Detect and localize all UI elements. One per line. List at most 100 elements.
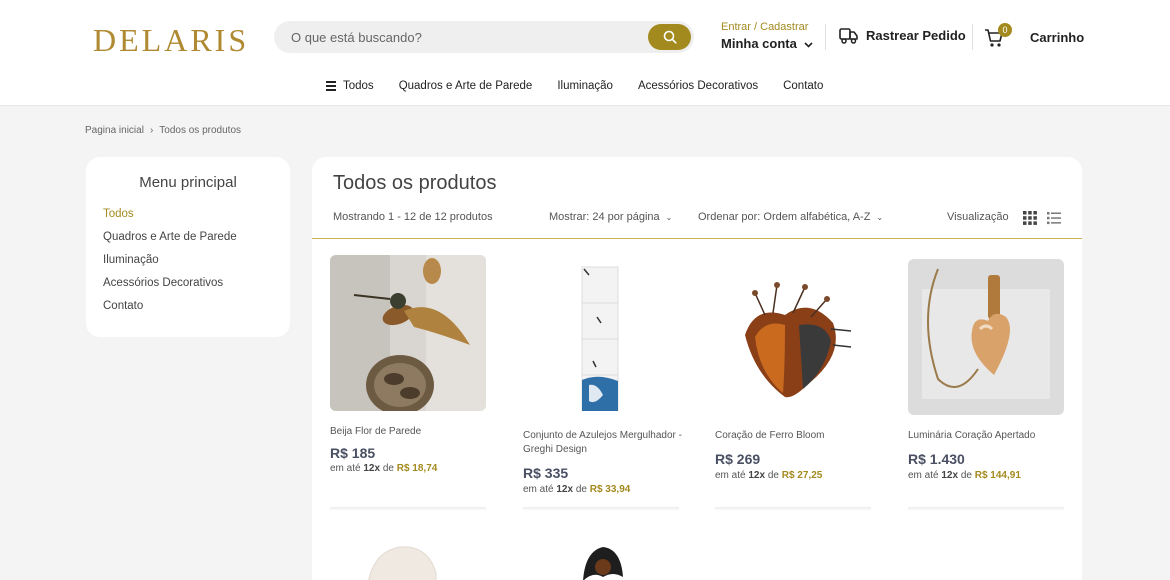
inst-mid: de	[382, 463, 394, 474]
inst-value: R$ 33,94	[589, 484, 631, 495]
sidebar-item-quadros[interactable]: Quadros e Arte de Parede	[103, 230, 237, 253]
product-name[interactable]: Luminária Coração Apertado	[908, 429, 1068, 443]
track-order-button[interactable]: Rastrear Pedido	[839, 27, 966, 44]
sidebar-item-todos[interactable]: Todos	[103, 207, 237, 230]
login-register-link[interactable]: Entrar / Cadastrar	[721, 21, 813, 33]
inst-prefix: em até	[523, 484, 554, 495]
truck-icon	[839, 28, 858, 44]
menu-icon	[326, 79, 336, 93]
product-image-graphic	[368, 546, 437, 580]
nav-item-label: Todos	[343, 80, 374, 92]
breadcrumb-home-link[interactable]: Pagina inicial	[85, 125, 144, 136]
product-image-graphic	[330, 255, 486, 411]
page-title: Todos os produtos	[333, 172, 497, 194]
main-nav: Todos Quadros e Arte de Parede Iluminaçã…	[326, 79, 848, 93]
search-input[interactable]	[291, 28, 631, 46]
product-installments: em até 12x de R$ 144,91	[908, 470, 1021, 481]
product-image-graphic	[715, 255, 871, 411]
search-button[interactable]	[648, 24, 691, 50]
inst-times: 12x	[748, 470, 766, 481]
sidebar-item-iluminacao[interactable]: Iluminação	[103, 253, 237, 276]
product-installments: em até 12x de R$ 33,94	[523, 484, 630, 495]
product-name[interactable]: Beija Flor de Parede	[330, 425, 490, 439]
product-card[interactable]: Luminária Coração Apertado R$ 1.430 em a…	[908, 255, 1086, 511]
nav-item-quadros[interactable]: Quadros e Arte de Parede	[399, 79, 533, 93]
inst-times: 12x	[363, 463, 381, 474]
cart-button[interactable]: 0 Carrinho	[984, 23, 1085, 48]
cart-label: Carrinho	[1030, 29, 1085, 45]
per-page-select[interactable]: Mostrar: 24 por página ⌄	[549, 211, 672, 223]
product-installments: em até 12x de R$ 27,25	[715, 470, 822, 481]
product-price: R$ 335	[523, 465, 569, 481]
breadcrumb-chevron-icon: ›	[149, 125, 154, 136]
product-card[interactable]: Beija Flor de Parede R$ 185 em até 12x d…	[330, 255, 508, 511]
sidebar-item-contato[interactable]: Contato	[103, 299, 237, 322]
sidebar-title: Menu principal	[139, 174, 237, 191]
chevron-down-icon: ⌄	[876, 213, 884, 222]
inst-prefix: em até	[715, 470, 746, 481]
view-label: Visualização	[947, 211, 1009, 223]
product-name[interactable]: Coração de Ferro Bloom	[715, 429, 875, 443]
grid-view-icon[interactable]	[1023, 211, 1037, 225]
card-divider	[908, 507, 1064, 511]
nav-item-iluminacao[interactable]: Iluminação	[557, 79, 613, 93]
sort-label: Ordenar por: Ordem alfabética, A-Z	[698, 211, 871, 223]
inst-mid: de	[960, 470, 972, 481]
inst-value: R$ 27,25	[781, 470, 823, 481]
sort-select[interactable]: Ordenar por: Ordem alfabética, A-Z ⌄	[698, 211, 883, 223]
sidebar-menu: Menu principal Todos Quadros e Arte de P…	[86, 157, 290, 337]
product-card[interactable]: Coração de Ferro Bloom R$ 269 em até 12x…	[715, 255, 893, 511]
inst-value: R$ 144,91	[974, 470, 1021, 481]
breadcrumb: Pagina inicial › Todos os produtos	[85, 125, 241, 136]
account-menu[interactable]: Entrar / Cadastrar Minha conta	[721, 21, 814, 51]
product-card[interactable]	[523, 537, 701, 580]
inst-mid: de	[767, 470, 779, 481]
product-card[interactable]: Conjunto de Azulejos Mergulhador - Gregh…	[523, 255, 701, 511]
inst-times: 12x	[941, 470, 959, 481]
product-image[interactable]	[908, 259, 1064, 415]
my-account-label: Minha conta	[721, 36, 797, 51]
nav-item-todos[interactable]: Todos	[326, 79, 374, 93]
track-order-label: Rastrear Pedido	[866, 28, 966, 43]
product-image-graphic	[908, 259, 1064, 415]
listing-toolbar: Mostrando 1 - 12 de 12 produtos Mostrar:…	[333, 211, 1061, 225]
sidebar-item-acessorios[interactable]: Acessórios Decorativos	[103, 276, 237, 299]
card-divider	[330, 507, 486, 511]
chevron-down-icon	[804, 42, 814, 48]
inst-prefix: em até	[908, 470, 939, 481]
search-bar	[274, 21, 694, 53]
product-name[interactable]: Conjunto de Azulejos Mergulhador - Gregh…	[523, 429, 683, 457]
chevron-down-icon: ⌄	[665, 213, 673, 222]
toolbar-divider	[312, 238, 1082, 239]
inst-mid: de	[575, 484, 587, 495]
my-account-button[interactable]: Minha conta	[721, 36, 814, 51]
nav-item-contato[interactable]: Contato	[783, 79, 823, 93]
site-header: DELARIS Entrar / Cadastrar Minha conta R…	[0, 0, 1170, 106]
cart-icon-wrap: 0	[984, 23, 1012, 48]
product-card[interactable]	[330, 537, 508, 580]
cart-count-badge: 0	[998, 23, 1012, 37]
sidebar-list: Todos Quadros e Arte de Parede Iluminaçã…	[103, 207, 237, 322]
inst-prefix: em até	[330, 463, 361, 474]
search-icon	[663, 30, 677, 44]
product-installments: em até 12x de R$ 18,74	[330, 463, 437, 474]
product-image-graphic	[583, 547, 623, 580]
card-divider	[715, 507, 871, 511]
per-page-label: Mostrar: 24 por página	[549, 211, 660, 223]
card-divider	[523, 507, 679, 511]
product-image[interactable]	[330, 255, 486, 411]
inst-value: R$ 18,74	[396, 463, 438, 474]
product-image-graphic	[523, 255, 679, 411]
nav-item-acessorios[interactable]: Acessórios Decorativos	[638, 79, 758, 93]
product-image[interactable]	[715, 255, 871, 411]
logo[interactable]: DELARIS	[93, 22, 249, 59]
product-image[interactable]	[523, 255, 679, 411]
breadcrumb-current: Todos os produtos	[159, 125, 241, 136]
header-divider	[825, 24, 826, 50]
product-count: Mostrando 1 - 12 de 12 produtos	[333, 211, 493, 223]
product-price: R$ 1.430	[908, 451, 965, 467]
inst-times: 12x	[556, 484, 574, 495]
product-price: R$ 185	[330, 445, 376, 461]
list-view-icon[interactable]	[1047, 211, 1061, 225]
header-divider	[972, 24, 973, 50]
